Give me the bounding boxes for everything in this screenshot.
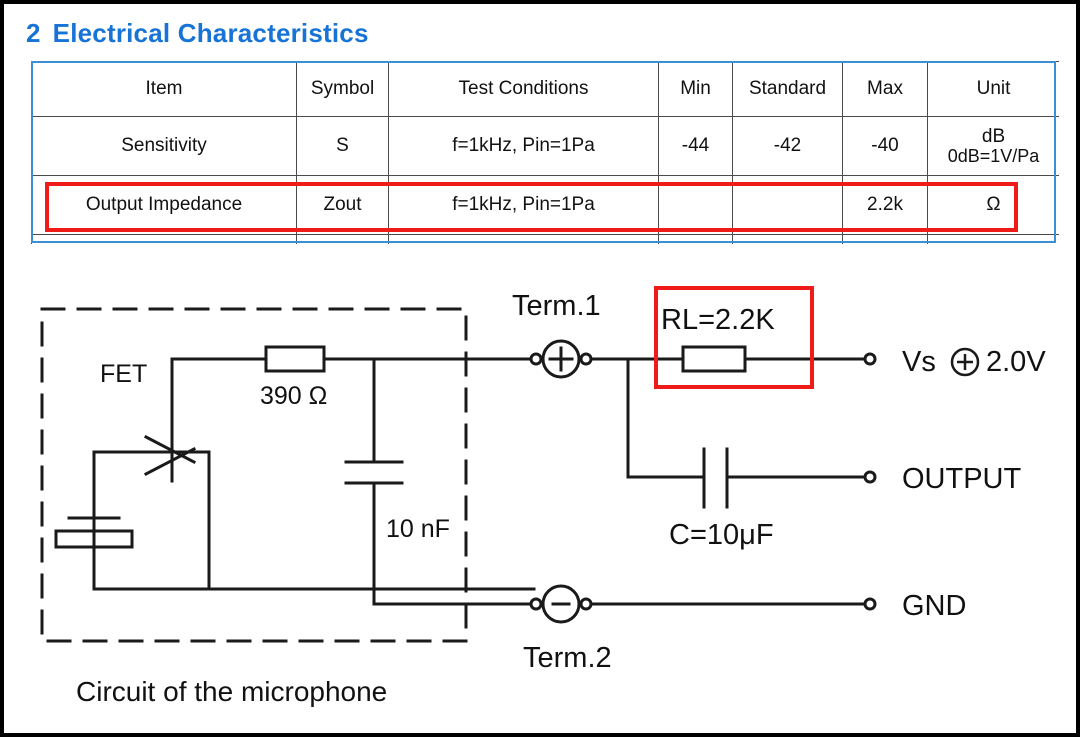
header-unit: Unit — [927, 61, 1059, 117]
resistor-rl-symbol — [681, 345, 747, 373]
cell-empty — [388, 234, 659, 244]
cell-unit: dB 0dB=1V/Pa — [927, 116, 1059, 176]
table-row: Output Impedance Zout f=1kHz, Pin=1Pa 2.… — [31, 175, 1059, 235]
electrical-characteristics-table: Item Symbol Test Conditions Min Standard… — [31, 61, 1059, 244]
cap-10nf-label: 10 nF — [386, 515, 450, 543]
circuit-svg: FET 390 Ω 10 nF Term.1 Term.2 RL=2.2K C=… — [40, 290, 1046, 674]
resistor-390-ohm-symbol — [264, 345, 326, 373]
fet-label: FET — [100, 360, 147, 388]
microphone-circuit-diagram: FET 390 Ω 10 nF Term.1 Term.2 RL=2.2K C=… — [4, 259, 1076, 733]
cell-empty — [31, 234, 297, 244]
cell-min — [658, 175, 733, 235]
cell-empty — [842, 234, 928, 244]
cell-symbol: Zout — [296, 175, 389, 235]
cell-standard — [732, 175, 843, 235]
bottom-rail-to-term2 — [372, 587, 468, 606]
cell-unit-line2: 0dB=1V/Pa — [947, 145, 1040, 166]
page-title: 2 Electrical Characteristics — [26, 18, 369, 49]
term2-label: Term.2 — [523, 642, 612, 674]
cell-empty — [296, 234, 389, 244]
supply-label: Vs — [902, 346, 936, 378]
gnd-terminal-pin — [863, 597, 877, 611]
cell-test-conditions: f=1kHz, Pin=1Pa — [388, 175, 659, 235]
page-canvas: 2 Electrical Characteristics Item Symbol … — [4, 4, 1076, 733]
term1-left-pin — [529, 352, 543, 366]
circuit-caption: Circuit of the microphone — [76, 676, 388, 707]
header-test-conditions: Test Conditions — [388, 61, 659, 117]
cell-min: -44 — [658, 116, 733, 176]
rl-label: RL=2.2K — [661, 304, 775, 336]
header-max: Max — [842, 61, 928, 117]
table-row-partial — [31, 234, 1059, 244]
vs-terminal-pin — [863, 352, 877, 366]
cell-test-conditions: f=1kHz, Pin=1Pa — [388, 116, 659, 176]
supply-voltage-label: 2.0V — [986, 346, 1046, 378]
header-min: Min — [658, 61, 733, 117]
cell-unit: Ω — [927, 175, 1059, 235]
cell-symbol: S — [296, 116, 389, 176]
cell-item: Sensitivity — [31, 116, 297, 176]
coupling-cap-label: C=10μF — [669, 519, 774, 551]
section-title-text: Electrical Characteristics — [52, 18, 369, 48]
header-item: Item — [31, 61, 297, 117]
cell-max: -40 — [842, 116, 928, 176]
table-header-row: Item Symbol Test Conditions Min Standard… — [31, 61, 1059, 117]
cell-standard: -42 — [732, 116, 843, 176]
cell-max: 2.2k — [842, 175, 928, 235]
cell-empty — [927, 234, 1059, 244]
output-terminal-pin — [863, 470, 877, 484]
cell-empty — [732, 234, 843, 244]
term1-label: Term.1 — [512, 290, 601, 322]
header-symbol: Symbol — [296, 61, 389, 117]
fet-gate-arrow-upper — [143, 434, 197, 465]
table-row: Sensitivity S f=1kHz, Pin=1Pa -44 -42 -4… — [31, 116, 1059, 176]
section-number: 2 — [26, 18, 41, 48]
supply-plus-icon — [950, 347, 980, 377]
term2-left-pin — [529, 597, 543, 611]
header-standard: Standard — [732, 61, 843, 117]
gnd-label: GND — [902, 590, 966, 622]
cell-empty — [658, 234, 733, 244]
fet-drain-wire — [170, 357, 268, 389]
cell-unit-line1: dB — [981, 125, 1006, 147]
resistor-390-label: 390 Ω — [260, 382, 327, 410]
output-label: OUTPUT — [902, 463, 1022, 495]
cell-item: Output Impedance — [31, 175, 297, 235]
